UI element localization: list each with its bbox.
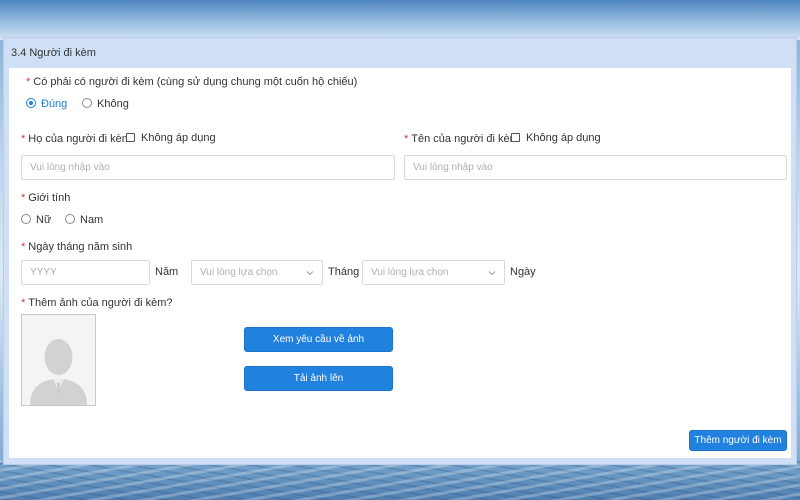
last-name-not-applicable[interactable]: Không áp dụng	[126, 132, 216, 144]
chevron-down-icon	[306, 271, 314, 276]
first-name-input[interactable]	[404, 155, 787, 180]
view-photo-requirements-button[interactable]: Xem yêu cầu về ảnh	[244, 327, 393, 352]
birth-day-select[interactable]: Vui lòng lựa chọn	[362, 260, 505, 285]
month-unit-label: Tháng	[328, 266, 360, 278]
day-unit-label: Ngày	[510, 266, 536, 278]
gender-option-male[interactable]: Nam	[65, 214, 103, 226]
required-mark: *	[404, 133, 409, 145]
photo-placeholder	[21, 314, 96, 406]
year-unit-label: Năm	[155, 266, 179, 278]
birth-date-label: * Ngày tháng năm sinh	[21, 241, 133, 253]
radio-unchecked-icon[interactable]	[65, 214, 75, 224]
section-title: 3.4 Người đi kèm	[4, 38, 796, 67]
chevron-down-icon	[488, 271, 496, 276]
first-name-label: * Tên của người đi kèm	[404, 133, 519, 145]
person-silhouette-icon	[22, 315, 95, 405]
background-sea	[0, 460, 800, 500]
checkbox-icon[interactable]	[126, 133, 135, 142]
companion-question-label: * Có phải có người đi kèm (cùng sử dụng c…	[26, 76, 358, 88]
required-mark: *	[21, 192, 26, 204]
companion-option-no[interactable]: Không	[82, 98, 129, 110]
radio-unchecked-icon[interactable]	[21, 214, 31, 224]
background-sky	[0, 0, 800, 40]
photo-label: * Thêm ảnh của người đi kèm?	[21, 297, 173, 309]
gender-option-female[interactable]: Nữ	[21, 214, 51, 226]
radio-checked-icon[interactable]	[26, 98, 36, 108]
required-mark: *	[21, 133, 26, 145]
required-mark: *	[21, 297, 26, 309]
companion-form: * Có phải có người đi kèm (cùng sử dụng c…	[9, 68, 791, 458]
companion-option-yes[interactable]: Đúng	[26, 98, 67, 110]
first-name-not-applicable[interactable]: Không áp dụng	[511, 132, 601, 144]
checkbox-icon[interactable]	[511, 133, 520, 142]
last-name-input[interactable]	[21, 155, 395, 180]
birth-year-input[interactable]	[21, 260, 150, 285]
add-companion-button[interactable]: Thêm người đi kèm	[689, 430, 787, 451]
companion-section-panel: 3.4 Người đi kèm * Có phải có người đi kè…	[3, 37, 797, 465]
required-mark: *	[26, 76, 31, 88]
radio-unchecked-icon[interactable]	[82, 98, 92, 108]
birth-month-select[interactable]: Vui lòng lựa chọn	[191, 260, 323, 285]
gender-label: * Giới tính	[21, 192, 71, 204]
last-name-label: * Họ của người đi kèm	[21, 133, 131, 145]
upload-photo-button[interactable]: Tải ảnh lên	[244, 366, 393, 391]
required-mark: *	[21, 241, 26, 253]
